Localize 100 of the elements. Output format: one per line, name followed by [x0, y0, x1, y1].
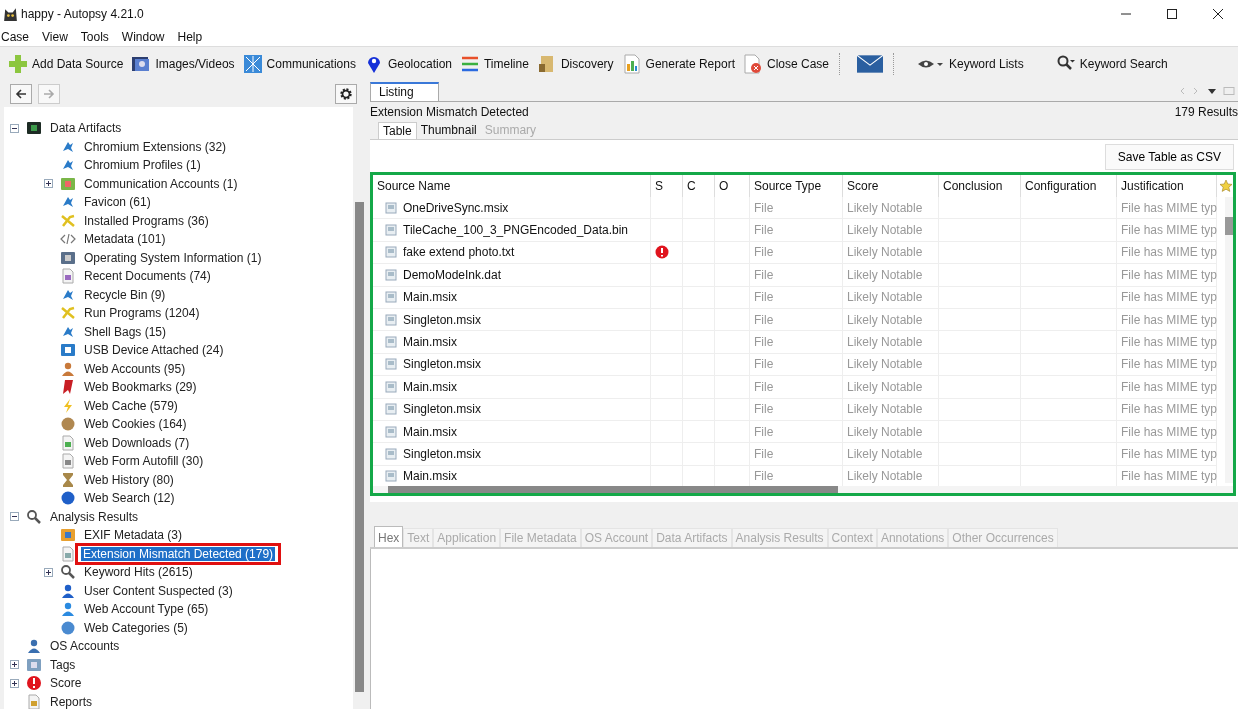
column-header[interactable]: S	[651, 175, 683, 197]
tree-item[interactable]: Operating System Information (1)	[82, 250, 264, 265]
tree-item[interactable]: Web Downloads (7)	[82, 435, 192, 450]
scrollbar[interactable]	[353, 107, 365, 709]
tree-item[interactable]: USB Device Attached (24)	[82, 343, 226, 358]
table-cell[interactable]: Main.msix	[403, 420, 457, 443]
toolbar-button[interactable]: Add Data Source	[4, 54, 128, 74]
tree-item[interactable]: Web Cache (579)	[82, 398, 180, 413]
toolbar-button[interactable]: Communications	[238, 54, 360, 74]
menu-item[interactable]: Tools	[79, 30, 116, 44]
tree-item[interactable]: User Content Suspected (3)	[82, 583, 235, 598]
expander-icon[interactable]	[10, 512, 22, 522]
table-cell[interactable]: Main.msix	[403, 286, 457, 308]
table-cell[interactable]: TileCache_100_3_PNGEncoded_Data.bin	[403, 219, 629, 241]
menu-item[interactable]: Help	[176, 30, 210, 44]
tree-item[interactable]: Tags	[48, 657, 78, 672]
tree-item[interactable]: Recent Documents (74)	[82, 269, 213, 284]
tree-item[interactable]: Chromium Extensions (32)	[82, 139, 229, 154]
tree-item[interactable]: OS Accounts	[48, 639, 122, 654]
timeline-icon	[460, 54, 480, 74]
table-cell: File has MIME typ	[1117, 443, 1217, 466]
view-tab[interactable]: Table	[378, 122, 417, 139]
table-cell: Likely Notable	[843, 331, 939, 354]
tree-item[interactable]: Run Programs (1204)	[82, 306, 202, 321]
column-header[interactable]: Score	[843, 175, 939, 197]
tree-item[interactable]: Web Search (12)	[82, 491, 177, 506]
column-header[interactable]: Configuration	[1021, 175, 1117, 197]
table-cell[interactable]: Main.msix	[403, 465, 457, 488]
tree-item[interactable]: Web Accounts (95)	[82, 361, 188, 376]
column-header[interactable]: Justification	[1117, 175, 1217, 197]
table-cell[interactable]: Main.msix	[403, 376, 457, 398]
tree-item[interactable]: Web Bookmarks (29)	[82, 380, 199, 395]
expander-icon[interactable]	[10, 678, 22, 688]
tree-item[interactable]: Keyword Hits (2615)	[82, 565, 195, 580]
table-cell[interactable]: Singleton.msix	[403, 308, 482, 331]
tree-item[interactable]: Analysis Results	[48, 509, 141, 524]
table-cell: File	[750, 241, 843, 265]
tab-controls-icon[interactable]	[1178, 86, 1238, 96]
toolbar-button[interactable]: Keyword Lists	[913, 57, 1028, 71]
column-header[interactable]: Source Name	[373, 175, 651, 197]
scrollbar[interactable]	[388, 486, 838, 493]
expander-icon[interactable]	[44, 567, 56, 577]
table-cell[interactable]: OneDriveSync.msix	[403, 197, 509, 219]
tree-item[interactable]: Web Cookies (164)	[82, 417, 189, 432]
close-icon[interactable]	[1212, 8, 1224, 20]
menu-item[interactable]: Case	[0, 30, 36, 44]
hourglass-icon	[60, 471, 76, 488]
toolbar-button[interactable]: Timeline	[456, 54, 533, 74]
table-cell[interactable]: Singleton.msix	[403, 398, 482, 420]
maximize-icon[interactable]	[1166, 8, 1178, 20]
column-header[interactable]: Source Type	[750, 175, 843, 197]
table-cell: File	[750, 331, 843, 354]
bookmark-icon	[60, 379, 76, 396]
save-csv-button[interactable]: Save Table as CSV	[1104, 144, 1234, 170]
content-tab[interactable]: Hex	[374, 526, 404, 547]
expander-icon[interactable]	[10, 123, 22, 133]
table-cell[interactable]: fake extend photo.txt	[403, 241, 515, 264]
toolbar-button[interactable]: Images/Videos	[127, 54, 239, 74]
tree-item[interactable]: Favicon (61)	[82, 195, 153, 210]
listing-tab[interactable]: Listing	[370, 82, 439, 101]
back-button[interactable]	[10, 84, 32, 104]
toolbar-button[interactable]: Keyword Search	[1051, 54, 1172, 74]
table-cell[interactable]: Singleton.msix	[403, 353, 482, 376]
tree-item[interactable]: Extension Mismatch Detected (179)	[81, 546, 276, 561]
star-icon[interactable]	[1219, 179, 1233, 193]
tree-item[interactable]: Recycle Bin (9)	[82, 287, 168, 302]
network-icon	[242, 54, 263, 74]
column-header[interactable]: O	[715, 175, 750, 197]
tree-item[interactable]: Web Account Type (65)	[82, 602, 211, 617]
toolbar-button[interactable]: Discovery	[532, 54, 618, 74]
expander-icon[interactable]	[10, 660, 22, 670]
tree-item[interactable]: Shell Bags (15)	[82, 324, 169, 339]
toolbar-button[interactable]: Close Case	[738, 54, 833, 74]
tree-item[interactable]: Communication Accounts (1)	[82, 176, 240, 191]
table-cell[interactable]: Main.msix	[403, 331, 457, 353]
toolbar-button[interactable]: Geolocation	[359, 54, 456, 74]
tree-item[interactable]: EXIF Metadata (3)	[82, 528, 185, 543]
tree-item[interactable]: Installed Programs (36)	[82, 213, 211, 228]
column-header[interactable]: Conclusion	[939, 175, 1021, 197]
expander-icon[interactable]	[44, 179, 56, 189]
table-cell[interactable]: Singleton.msix	[403, 443, 482, 465]
column-header[interactable]: C	[683, 175, 715, 197]
toolbar-button[interactable]: Generate Report	[617, 54, 739, 74]
view-tab[interactable]: Thumbnail	[416, 122, 481, 139]
tree-item[interactable]: Chromium Profiles (1)	[82, 158, 203, 173]
table-cell[interactable]: DemoModeInk.dat	[403, 264, 502, 286]
arrow-right-icon	[42, 87, 56, 101]
tree-item[interactable]: Web History (80)	[82, 472, 176, 487]
menu-item[interactable]: View	[41, 30, 75, 44]
tree-item[interactable]: Metadata (101)	[82, 232, 168, 247]
scrollbar[interactable]	[1225, 197, 1233, 483]
tree-item[interactable]: Score	[48, 676, 84, 691]
tree-item[interactable]: Data Artifacts	[48, 121, 124, 136]
tree-item[interactable]: Web Categories (5)	[82, 620, 190, 635]
menu-item[interactable]: Window	[120, 30, 172, 44]
table-cell: File	[750, 420, 843, 444]
tree-item[interactable]: Reports	[48, 694, 95, 709]
settings-button[interactable]	[335, 84, 357, 104]
arrow-left-icon	[14, 87, 28, 101]
tree-item[interactable]: Web Form Autofill (30)	[82, 454, 206, 469]
